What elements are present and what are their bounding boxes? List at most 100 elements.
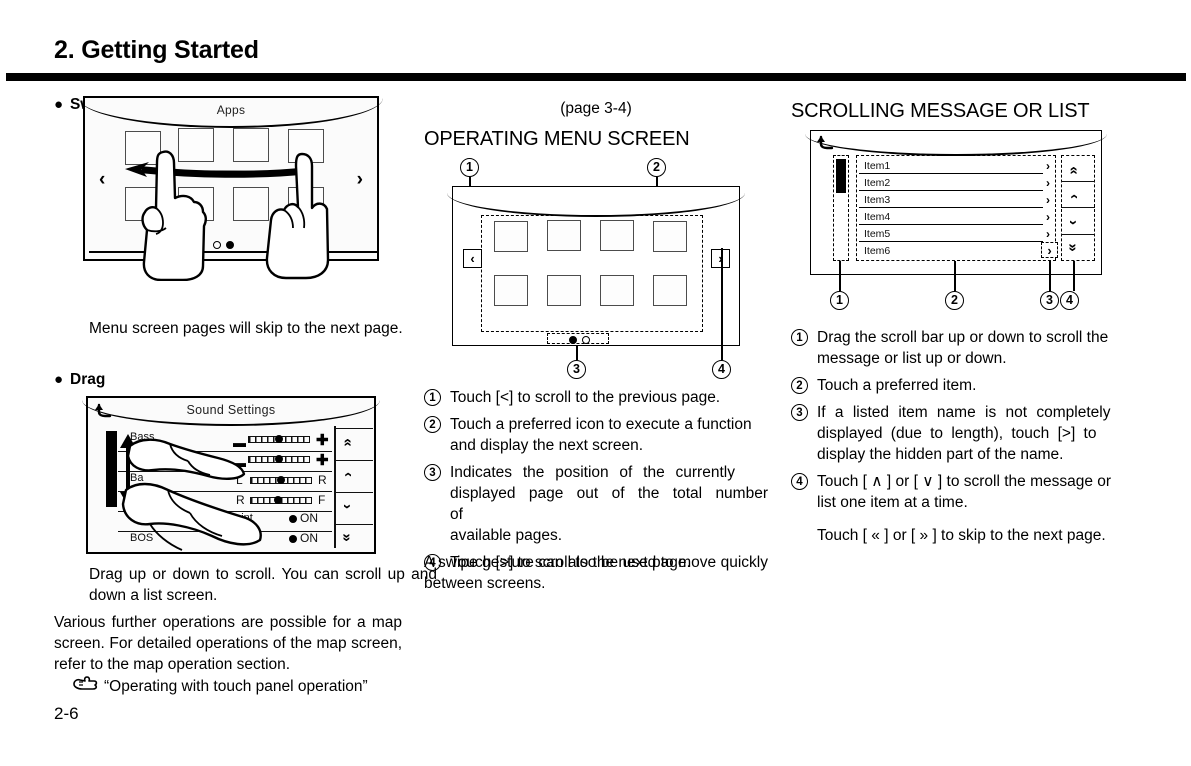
step-number: 2 [791, 377, 808, 394]
page-dot [226, 241, 234, 249]
extra-touch-line: Touch [ « ] or [ » ] to skip to the next… [817, 527, 1106, 544]
cross-reference-line[interactable]: “Operating with touch panel operation” [72, 676, 420, 697]
sidekey-divider-vertical [334, 426, 336, 548]
expand-name-arrow-icon[interactable]: › [1046, 160, 1050, 172]
callout-3-leader [1049, 261, 1051, 291]
menu-icon-tile[interactable] [494, 221, 528, 252]
operating-menu-illustration: ‹ › [447, 186, 745, 346]
expand-name-arrow-icon[interactable]: › [1046, 194, 1050, 206]
next-page-chevron-icon[interactable]: › [357, 170, 363, 189]
callout-3: 3 [567, 360, 586, 379]
callout-4-leader [721, 248, 723, 360]
callout-3: 3 [1040, 291, 1059, 310]
bullet-dot-icon: ● [54, 371, 64, 388]
menu-icon-tile[interactable] [547, 220, 581, 251]
scroll-up-key[interactable]: › [1065, 194, 1082, 199]
slider-knob[interactable] [275, 455, 283, 463]
expand-name-arrow-icon[interactable]: › [1046, 177, 1050, 189]
page-indicator-dots [569, 336, 590, 344]
drag-heading-label: Drag [70, 371, 106, 388]
scroll-page-down-key[interactable]: » [339, 533, 356, 541]
toggle-value[interactable]: ON [300, 511, 318, 525]
menu-icon-tile[interactable] [600, 220, 634, 251]
scroll-page-up-key[interactable]: » [339, 438, 356, 446]
list-item[interactable]: Item5 [859, 225, 1043, 242]
swipe-gesture-paragraph: A swipe gesture can also be used to move… [424, 554, 768, 592]
step-number: 1 [791, 329, 808, 346]
list-item[interactable]: Item6 [859, 242, 1043, 259]
slider-knob[interactable] [275, 435, 283, 443]
scrolling-list-heading: SCROLLING MESSAGE OR LIST [791, 100, 1090, 122]
scroll-up-key[interactable]: › [339, 472, 356, 477]
list-item: 2 Touch a preferred item. [791, 375, 1136, 396]
page-indicator-dots [213, 241, 234, 249]
page-title: 2. Getting Started [54, 36, 259, 64]
header-divider [6, 73, 1186, 81]
list-item[interactable]: Item1 [859, 157, 1043, 174]
scroll-down-key[interactable]: › [1065, 220, 1082, 225]
menu-icon-tile[interactable] [653, 221, 687, 252]
step-text: Touch a preferred item. [817, 377, 977, 394]
list-item[interactable]: Item2 [859, 174, 1043, 191]
step-text: If a listed item name is not completely … [817, 404, 1111, 463]
sidekey-divider [1061, 181, 1095, 183]
sidekey-divider [335, 492, 373, 494]
menu-icon-tile[interactable] [600, 275, 634, 306]
step-number: 2 [424, 416, 441, 433]
toggle-value[interactable]: ON [300, 531, 318, 545]
operating-menu-steps: 1 Touch [<] to scroll to the previous pa… [424, 387, 768, 579]
back-arrow-icon[interactable] [817, 134, 835, 150]
callout-1: 1 [460, 158, 479, 177]
plus-icon[interactable]: ✚ [316, 433, 329, 448]
menu-icon-tile[interactable] [653, 275, 687, 306]
page-up-key[interactable]: » [1065, 166, 1082, 174]
list-item[interactable]: Item3 [859, 191, 1043, 208]
swipe-body-text: Menu screen pages will skip to the next … [89, 320, 403, 337]
previous-page-key[interactable]: ‹ [463, 249, 482, 268]
sidekey-divider [335, 524, 373, 526]
fader-knob[interactable] [274, 496, 282, 504]
list-item: 4 Touch [ ∧ ] or [ ∨ ] to scroll the mes… [791, 471, 1136, 546]
expand-name-key-highlighted[interactable]: › [1041, 242, 1058, 258]
callout-2-leader [954, 261, 956, 291]
balance-knob[interactable] [277, 476, 285, 484]
step-text: Indicates the position of the currently … [450, 464, 768, 544]
scroll-down-key[interactable]: › [339, 504, 356, 509]
bullet-dot-icon: ● [54, 96, 64, 113]
callout-2: 2 [945, 291, 964, 310]
step-number: 1 [424, 389, 441, 406]
sidekey-divider [1061, 234, 1095, 236]
step-text: Touch [<] to scroll to the previous page… [450, 389, 721, 406]
menu-icon-tile[interactable] [494, 275, 528, 306]
scrollbar-thumb[interactable] [836, 159, 846, 193]
page-down-key[interactable]: » [1065, 243, 1082, 251]
page-dot [569, 336, 577, 344]
map-operations-paragraph: Various further operations are possible … [54, 614, 402, 673]
page-dot [213, 241, 221, 249]
list-item: 2 Touch a preferred icon to execute a fu… [424, 414, 768, 456]
callout-4: 4 [712, 360, 731, 379]
step-number: 3 [424, 464, 441, 481]
cross-reference-text: “Operating with touch panel operation” [104, 677, 368, 695]
plus-icon[interactable]: ✚ [316, 453, 329, 468]
sidekey-divider [1061, 207, 1095, 209]
menu-icon-tile[interactable] [547, 275, 581, 306]
expand-name-arrow-icon[interactable]: › [1046, 228, 1050, 240]
step-number: 3 [791, 404, 808, 421]
step-number: 4 [791, 473, 808, 490]
callout-1-leader [839, 261, 841, 291]
sound-settings-illustration: Sound Settings Bass ▬ ✚ ▬ ✚ Ba L R R F O… [82, 396, 380, 554]
toggle-dot-icon [289, 515, 297, 523]
list-item[interactable]: Item4 [859, 208, 1043, 225]
callout-1: 1 [830, 291, 849, 310]
page-reference: (page 3-4) [560, 100, 632, 117]
callout-4: 4 [1060, 291, 1079, 310]
expand-name-arrow-icon[interactable]: › [1046, 211, 1050, 223]
page-number: 2-6 [54, 704, 79, 723]
scrollbar-thumb[interactable] [106, 431, 117, 507]
page-dot [582, 336, 590, 344]
operating-menu-heading: OPERATING MENU SCREEN [424, 128, 690, 150]
pointing-hand-icon [72, 676, 98, 697]
step-text: Touch [ ∧ ] or [ ∨ ] to scroll the messa… [817, 471, 1136, 546]
screen-curve-decoration [447, 193, 745, 217]
